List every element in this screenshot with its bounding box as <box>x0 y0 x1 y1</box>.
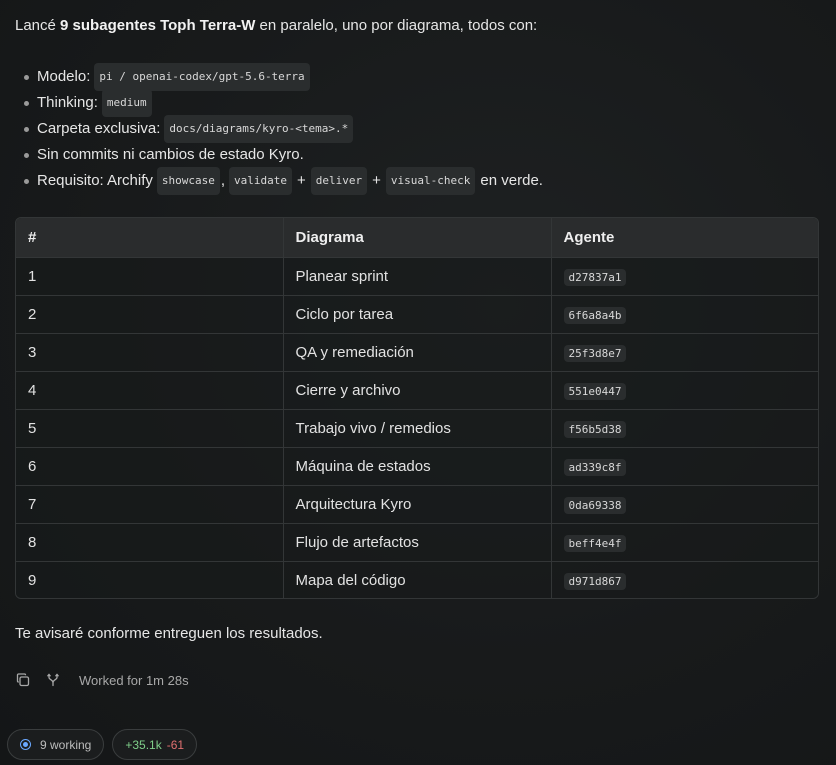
row-number: 8 <box>28 533 37 551</box>
list-item-model: Modelo: pi / openai-codex/gpt-5.6-terra <box>24 63 543 91</box>
row-agent: f56b5d38 <box>550 409 818 447</box>
bullet-dot <box>24 152 29 158</box>
thinking-label: Thinking: <box>37 94 98 111</box>
message-actions: Worked for 1m 28s <box>15 672 189 688</box>
thinking-value: medium <box>101 89 152 117</box>
list-item-requirement: Requisito: Archify showcase , validate +… <box>24 167 543 195</box>
table-row: 5 Trabajo vivo / remedios f56b5d38 <box>16 409 818 447</box>
bullet-dot <box>24 126 29 132</box>
table-row: 7 Arquitectura Kyro 0da69338 <box>16 485 818 523</box>
row-agent: d971d867 <box>550 561 818 598</box>
agents-table: # Diagrama Agente 1 Planear sprint d2783… <box>15 217 819 599</box>
row-diagram: Máquina de estados <box>282 447 551 485</box>
list-item-folder: Carpeta exclusiva: docs/diagrams/kyro-<t… <box>24 115 543 143</box>
row-diagram: QA y remediación <box>282 333 551 371</box>
requirement-plus: + <box>372 172 381 189</box>
requirement-validate: validate <box>229 167 293 195</box>
worked-duration: Worked for 1m 28s <box>79 672 189 688</box>
requirement-visual-check: visual-check <box>385 167 476 195</box>
table-row: 3 QA y remediación 25f3d8e7 <box>16 333 818 371</box>
requirement-comma: , <box>220 172 226 189</box>
requirement-suffix: en verde. <box>480 172 543 189</box>
row-agent: 6f6a8a4b <box>550 295 818 333</box>
row-number: 1 <box>28 267 37 285</box>
row-diagram: Planear sprint <box>282 257 551 295</box>
additions-count: +35.1k <box>125 737 162 752</box>
row-agent: d27837a1 <box>550 257 818 295</box>
working-agents-button[interactable]: 9 working <box>7 729 105 760</box>
bullet-dot <box>24 74 29 80</box>
agent-id: f56b5d38 <box>563 420 627 438</box>
agent-id: beff4e4f <box>563 534 627 552</box>
row-number: 7 <box>28 495 37 513</box>
agent-id: 25f3d8e7 <box>563 344 627 362</box>
table-row: 8 Flujo de artefactos beff4e4f <box>16 523 818 561</box>
agent-id: d27837a1 <box>563 268 627 286</box>
agent-id: ad339c8f <box>563 458 627 476</box>
deletions-count: -61 <box>166 737 185 752</box>
agent-id: 6f6a8a4b <box>563 306 627 324</box>
closing-text: Te avisaré conforme entreguen los result… <box>15 625 323 642</box>
intro-text: Lancé 9 subagentes Toph Terra-W en paral… <box>15 16 537 36</box>
folder-label: Carpeta exclusiva: <box>37 120 161 137</box>
table-header-row: # Diagrama Agente <box>16 218 818 257</box>
no-commits-text: Sin commits ni cambios de estado Kyro. <box>37 146 304 163</box>
table-row: 6 Máquina de estados ad339c8f <box>16 447 818 485</box>
row-diagram: Flujo de artefactos <box>282 523 551 561</box>
model-value: pi / openai-codex/gpt-5.6-terra <box>94 63 310 91</box>
row-number: 5 <box>28 419 37 437</box>
row-diagram: Mapa del código <box>282 561 551 598</box>
row-number: 9 <box>28 571 37 589</box>
agent-id: 0da69338 <box>563 496 627 514</box>
copy-icon[interactable] <box>15 672 31 688</box>
requirement-plus: + <box>297 172 306 189</box>
intro-bold: 9 subagentes Toph Terra-W <box>60 17 256 34</box>
header-diagram: Diagrama <box>282 218 551 257</box>
row-number: 4 <box>28 381 37 399</box>
bullet-dot <box>24 178 29 184</box>
list-item-commits: Sin commits ni cambios de estado Kyro. <box>24 142 543 168</box>
row-number: 2 <box>28 305 37 323</box>
row-number: 6 <box>28 457 37 475</box>
header-agent: Agente <box>550 218 818 257</box>
agent-id: d971d867 <box>563 572 627 590</box>
config-list: Modelo: pi / openai-codex/gpt-5.6-terra … <box>24 63 543 195</box>
row-diagram: Ciclo por tarea <box>282 295 551 333</box>
intro-prefix: Lancé <box>15 17 56 34</box>
table-row: 1 Planear sprint d27837a1 <box>16 257 818 295</box>
row-agent: ad339c8f <box>550 447 818 485</box>
fork-icon[interactable] <box>45 672 61 688</box>
active-indicator-icon <box>20 739 31 750</box>
row-agent: 0da69338 <box>550 485 818 523</box>
bullet-dot <box>24 100 29 106</box>
list-item-thinking: Thinking: medium <box>24 89 543 117</box>
agent-id: 551e0447 <box>563 382 627 400</box>
requirement-showcase: showcase <box>156 167 220 195</box>
requirement-deliver: deliver <box>310 167 368 195</box>
folder-value: docs/diagrams/kyro-<tema>.* <box>164 115 354 143</box>
row-agent: 25f3d8e7 <box>550 333 818 371</box>
header-number: # <box>28 228 37 246</box>
row-diagram: Arquitectura Kyro <box>282 485 551 523</box>
table-row: 4 Cierre y archivo 551e0447 <box>16 371 818 409</box>
requirement-label: Requisito: Archify <box>37 172 153 189</box>
model-label: Modelo: <box>37 68 91 85</box>
status-bar: 9 working +35.1k -61 <box>7 729 198 760</box>
intro-suffix: en paralelo, uno por diagrama, todos con… <box>259 17 538 34</box>
diff-stats-button[interactable]: +35.1k -61 <box>112 729 198 760</box>
row-agent: 551e0447 <box>550 371 818 409</box>
row-agent: beff4e4f <box>550 523 818 561</box>
table-row: 2 Ciclo por tarea 6f6a8a4b <box>16 295 818 333</box>
row-number: 3 <box>28 343 37 361</box>
row-diagram: Trabajo vivo / remedios <box>282 409 551 447</box>
row-diagram: Cierre y archivo <box>282 371 551 409</box>
working-count: 9 working <box>40 737 92 752</box>
table-row: 9 Mapa del código d971d867 <box>16 561 818 598</box>
